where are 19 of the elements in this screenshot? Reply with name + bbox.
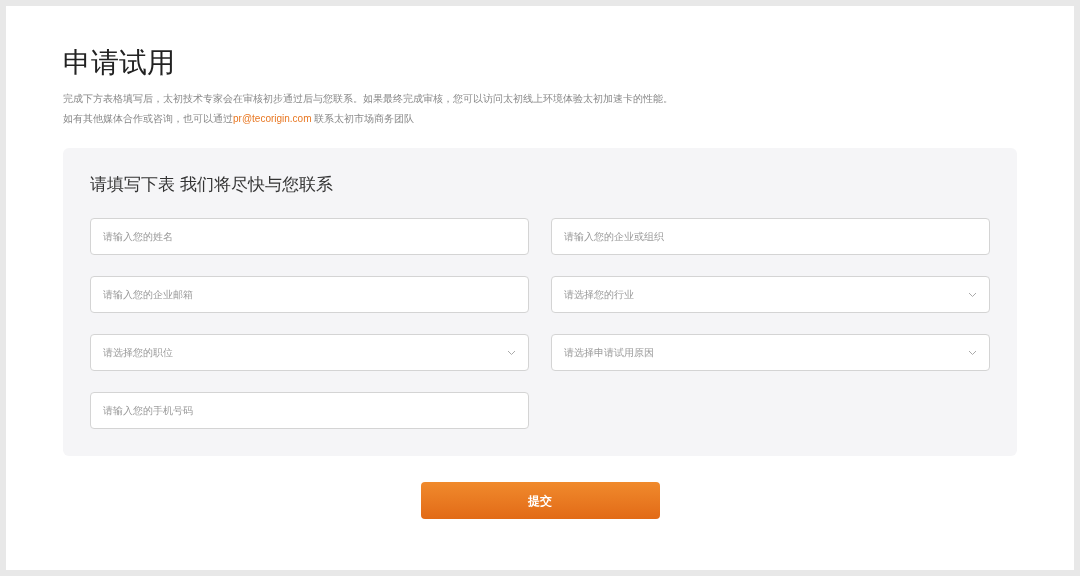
input-field[interactable]: 请输入您的企业邮箱 [90, 276, 529, 313]
chevron-down-icon [507, 349, 516, 356]
select-field[interactable]: 请选择申请试用原因 [551, 334, 990, 371]
select-placeholder: 请选择您的职位 [103, 346, 173, 360]
contact-text: 如有其他媒体合作或咨询，也可以通过pr@tecorigin.com 联系太初市场商务团队 [63, 112, 416, 126]
form-heading: 请填写下表 我们将尽快与您联系 [90, 174, 334, 196]
input-field[interactable]: 请输入您的手机号码 [90, 392, 529, 429]
chevron-down-icon [968, 291, 977, 298]
page-title: 申请试用 [63, 46, 176, 80]
input-field[interactable]: 请输入您的企业或组织 [551, 218, 990, 255]
select-placeholder: 请选择您的行业 [564, 288, 634, 302]
intro-text: 完成下方表格填写后，太初技术专家会在审核初步通过后与您联系。如果最终完成审核，您可以访问太初线上环境体验太初加速卡的性能。 [63, 92, 674, 106]
select-field[interactable]: 请选择您的职位 [90, 334, 529, 371]
select-placeholder: 请选择申请试用原因 [564, 346, 654, 360]
select-field[interactable]: 请选择您的行业 [551, 276, 990, 313]
submit-button[interactable]: 提交 [420, 482, 660, 519]
input-field[interactable]: 请输入您的姓名 [90, 218, 529, 255]
email-link[interactable]: pr@tecorigin.com [233, 113, 312, 124]
chevron-down-icon [968, 349, 977, 356]
